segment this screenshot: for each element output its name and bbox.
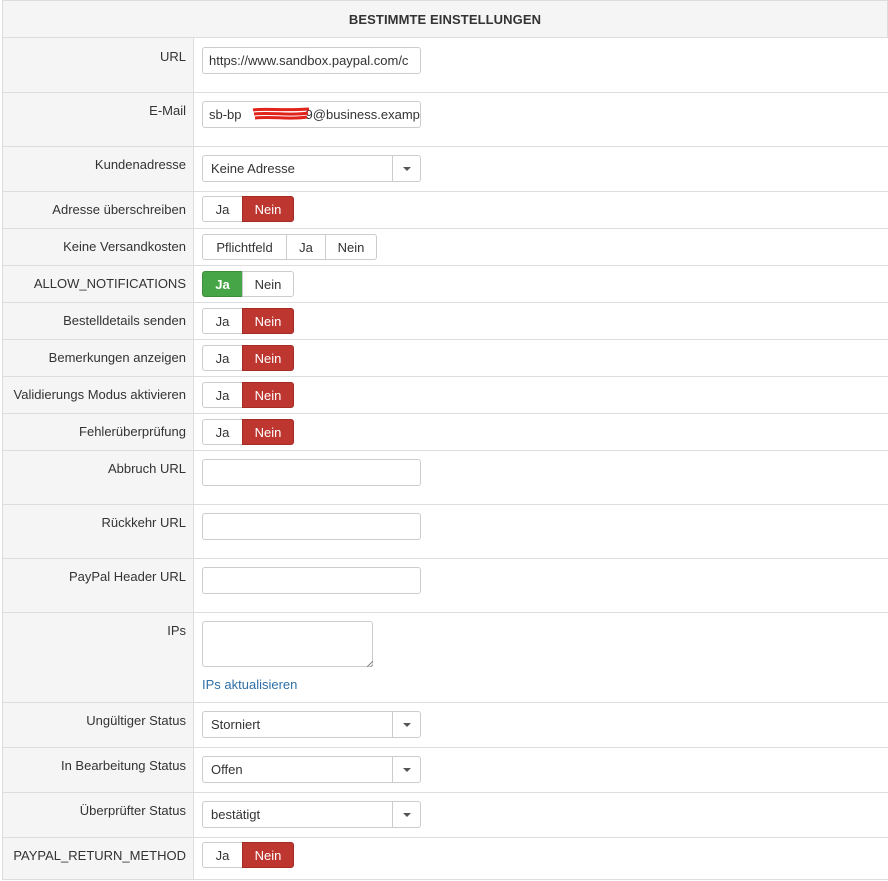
email-suffix: 9@business.examp [305, 107, 420, 122]
row-validation-mode: Validierungs Modus aktivieren Ja Nein [2, 377, 888, 414]
return-method-ja-button[interactable]: Ja [202, 842, 243, 868]
row-no-shipping: Keine Versandkosten Pflichtfeld Ja Nein [2, 229, 888, 266]
header-url-input[interactable] [202, 567, 421, 594]
customer-address-select[interactable]: Keine Adresse [202, 155, 421, 182]
return-url-input[interactable] [202, 513, 421, 540]
email-input[interactable]: sb-bp 9@business.examp [202, 101, 421, 128]
row-send-order-details: Bestelldetails senden Ja Nein [2, 303, 888, 340]
row-allow-notifications: ALLOW_NOTIFICATIONS Ja Nein [2, 266, 888, 303]
send-order-details-label: Bestelldetails senden [63, 313, 186, 328]
validation-mode-label: Validierungs Modus aktivieren [13, 387, 186, 402]
error-check-toggle: Ja Nein [202, 419, 294, 445]
email-prefix: sb-bp [209, 107, 242, 122]
update-ips-link[interactable]: IPs aktualisieren [202, 677, 297, 692]
no-shipping-toggle: Pflichtfeld Ja Nein [202, 234, 377, 260]
row-show-remarks: Bemerkungen anzeigen Ja Nein [2, 340, 888, 377]
override-address-toggle: Ja Nein [202, 196, 294, 222]
override-address-label: Adresse überschreiben [52, 202, 186, 217]
send-order-details-nein-button[interactable]: Nein [242, 308, 294, 334]
ips-label: IPs [167, 623, 186, 638]
settings-panel: BESTIMMTE EINSTELLUNGEN URL https://www.… [0, 0, 888, 881]
header-url-label: PayPal Header URL [68, 569, 186, 584]
row-invalid-status: Ungültiger Status Storniert [2, 703, 888, 748]
invalid-status-label: Ungültiger Status [86, 713, 186, 728]
validation-mode-nein-button[interactable]: Nein [242, 382, 294, 408]
override-address-ja-button[interactable]: Ja [202, 196, 243, 222]
row-customer-address: Kundenadresse Keine Adresse [2, 147, 888, 192]
cancel-url-label: Abbruch URL [107, 461, 186, 476]
send-order-details-toggle: Ja Nein [202, 308, 294, 334]
row-override-address: Adresse überschreiben Ja Nein [2, 192, 888, 229]
processing-status-value: Offen [211, 762, 243, 777]
row-cancel-url: Abbruch URL [2, 451, 888, 505]
verified-status-label: Überprüfter Status [79, 803, 186, 818]
no-shipping-nein-button[interactable]: Nein [325, 234, 377, 260]
validation-mode-toggle: Ja Nein [202, 382, 294, 408]
return-url-label: Rückkehr URL [101, 515, 186, 530]
return-method-label: PAYPAL_RETURN_METHOD [13, 848, 186, 863]
chevron-down-icon [392, 712, 420, 737]
error-check-ja-button[interactable]: Ja [202, 419, 243, 445]
error-check-label: Fehlerüberprüfung [79, 424, 186, 439]
row-return-url: Rückkehr URL [2, 505, 888, 559]
chevron-down-icon [392, 156, 420, 181]
invalid-status-select[interactable]: Storniert [202, 711, 421, 738]
no-shipping-pflichtfeld-button[interactable]: Pflichtfeld [202, 234, 287, 260]
email-label: E-Mail [149, 103, 186, 118]
row-error-check: Fehlerüberprüfung Ja Nein [2, 414, 888, 451]
validation-mode-ja-button[interactable]: Ja [202, 382, 243, 408]
processing-status-select[interactable]: Offen [202, 756, 421, 783]
customer-address-value: Keine Adresse [211, 161, 295, 176]
redaction-scribble [252, 107, 310, 120]
override-address-nein-button[interactable]: Nein [242, 196, 294, 222]
return-method-toggle: Ja Nein [202, 842, 294, 868]
show-remarks-toggle: Ja Nein [202, 345, 294, 371]
row-ips: IPs IPs aktualisieren [2, 613, 888, 703]
row-verified-status: Überprüfter Status bestätigt [2, 793, 888, 838]
customer-address-label: Kundenadresse [94, 157, 186, 172]
url-label: URL [159, 49, 186, 64]
return-method-nein-button[interactable]: Nein [242, 842, 294, 868]
cancel-url-input[interactable] [202, 459, 421, 486]
verified-status-value: bestätigt [211, 807, 261, 822]
row-processing-status: In Bearbeitung Status Offen [2, 748, 888, 793]
processing-status-label: In Bearbeitung Status [60, 758, 186, 773]
allow-notifications-label: ALLOW_NOTIFICATIONS [33, 276, 186, 291]
send-order-details-ja-button[interactable]: Ja [202, 308, 243, 334]
ips-textarea[interactable] [202, 621, 373, 667]
chevron-down-icon [392, 802, 420, 827]
allow-notifications-nein-button[interactable]: Nein [242, 271, 294, 297]
row-email: E-Mail sb-bp 9@business.examp [2, 93, 888, 147]
row-return-method: PAYPAL_RETURN_METHOD Ja Nein [2, 838, 888, 880]
show-remarks-label: Bemerkungen anzeigen [48, 350, 186, 365]
row-header-url: PayPal Header URL [2, 559, 888, 613]
url-input[interactable]: https://www.sandbox.paypal.com/c [202, 47, 421, 74]
panel-header: BESTIMMTE EINSTELLUNGEN [2, 0, 888, 38]
allow-notifications-toggle: Ja Nein [202, 271, 294, 297]
no-shipping-label: Keine Versandkosten [63, 239, 186, 254]
show-remarks-ja-button[interactable]: Ja [202, 345, 243, 371]
error-check-nein-button[interactable]: Nein [242, 419, 294, 445]
no-shipping-ja-button[interactable]: Ja [286, 234, 326, 260]
verified-status-select[interactable]: bestätigt [202, 801, 421, 828]
allow-notifications-ja-button[interactable]: Ja [202, 271, 243, 297]
row-url: URL https://www.sandbox.paypal.com/c [2, 38, 888, 93]
chevron-down-icon [392, 757, 420, 782]
resize-grip-icon[interactable] [367, 661, 373, 667]
show-remarks-nein-button[interactable]: Nein [242, 345, 294, 371]
invalid-status-value: Storniert [211, 717, 261, 732]
